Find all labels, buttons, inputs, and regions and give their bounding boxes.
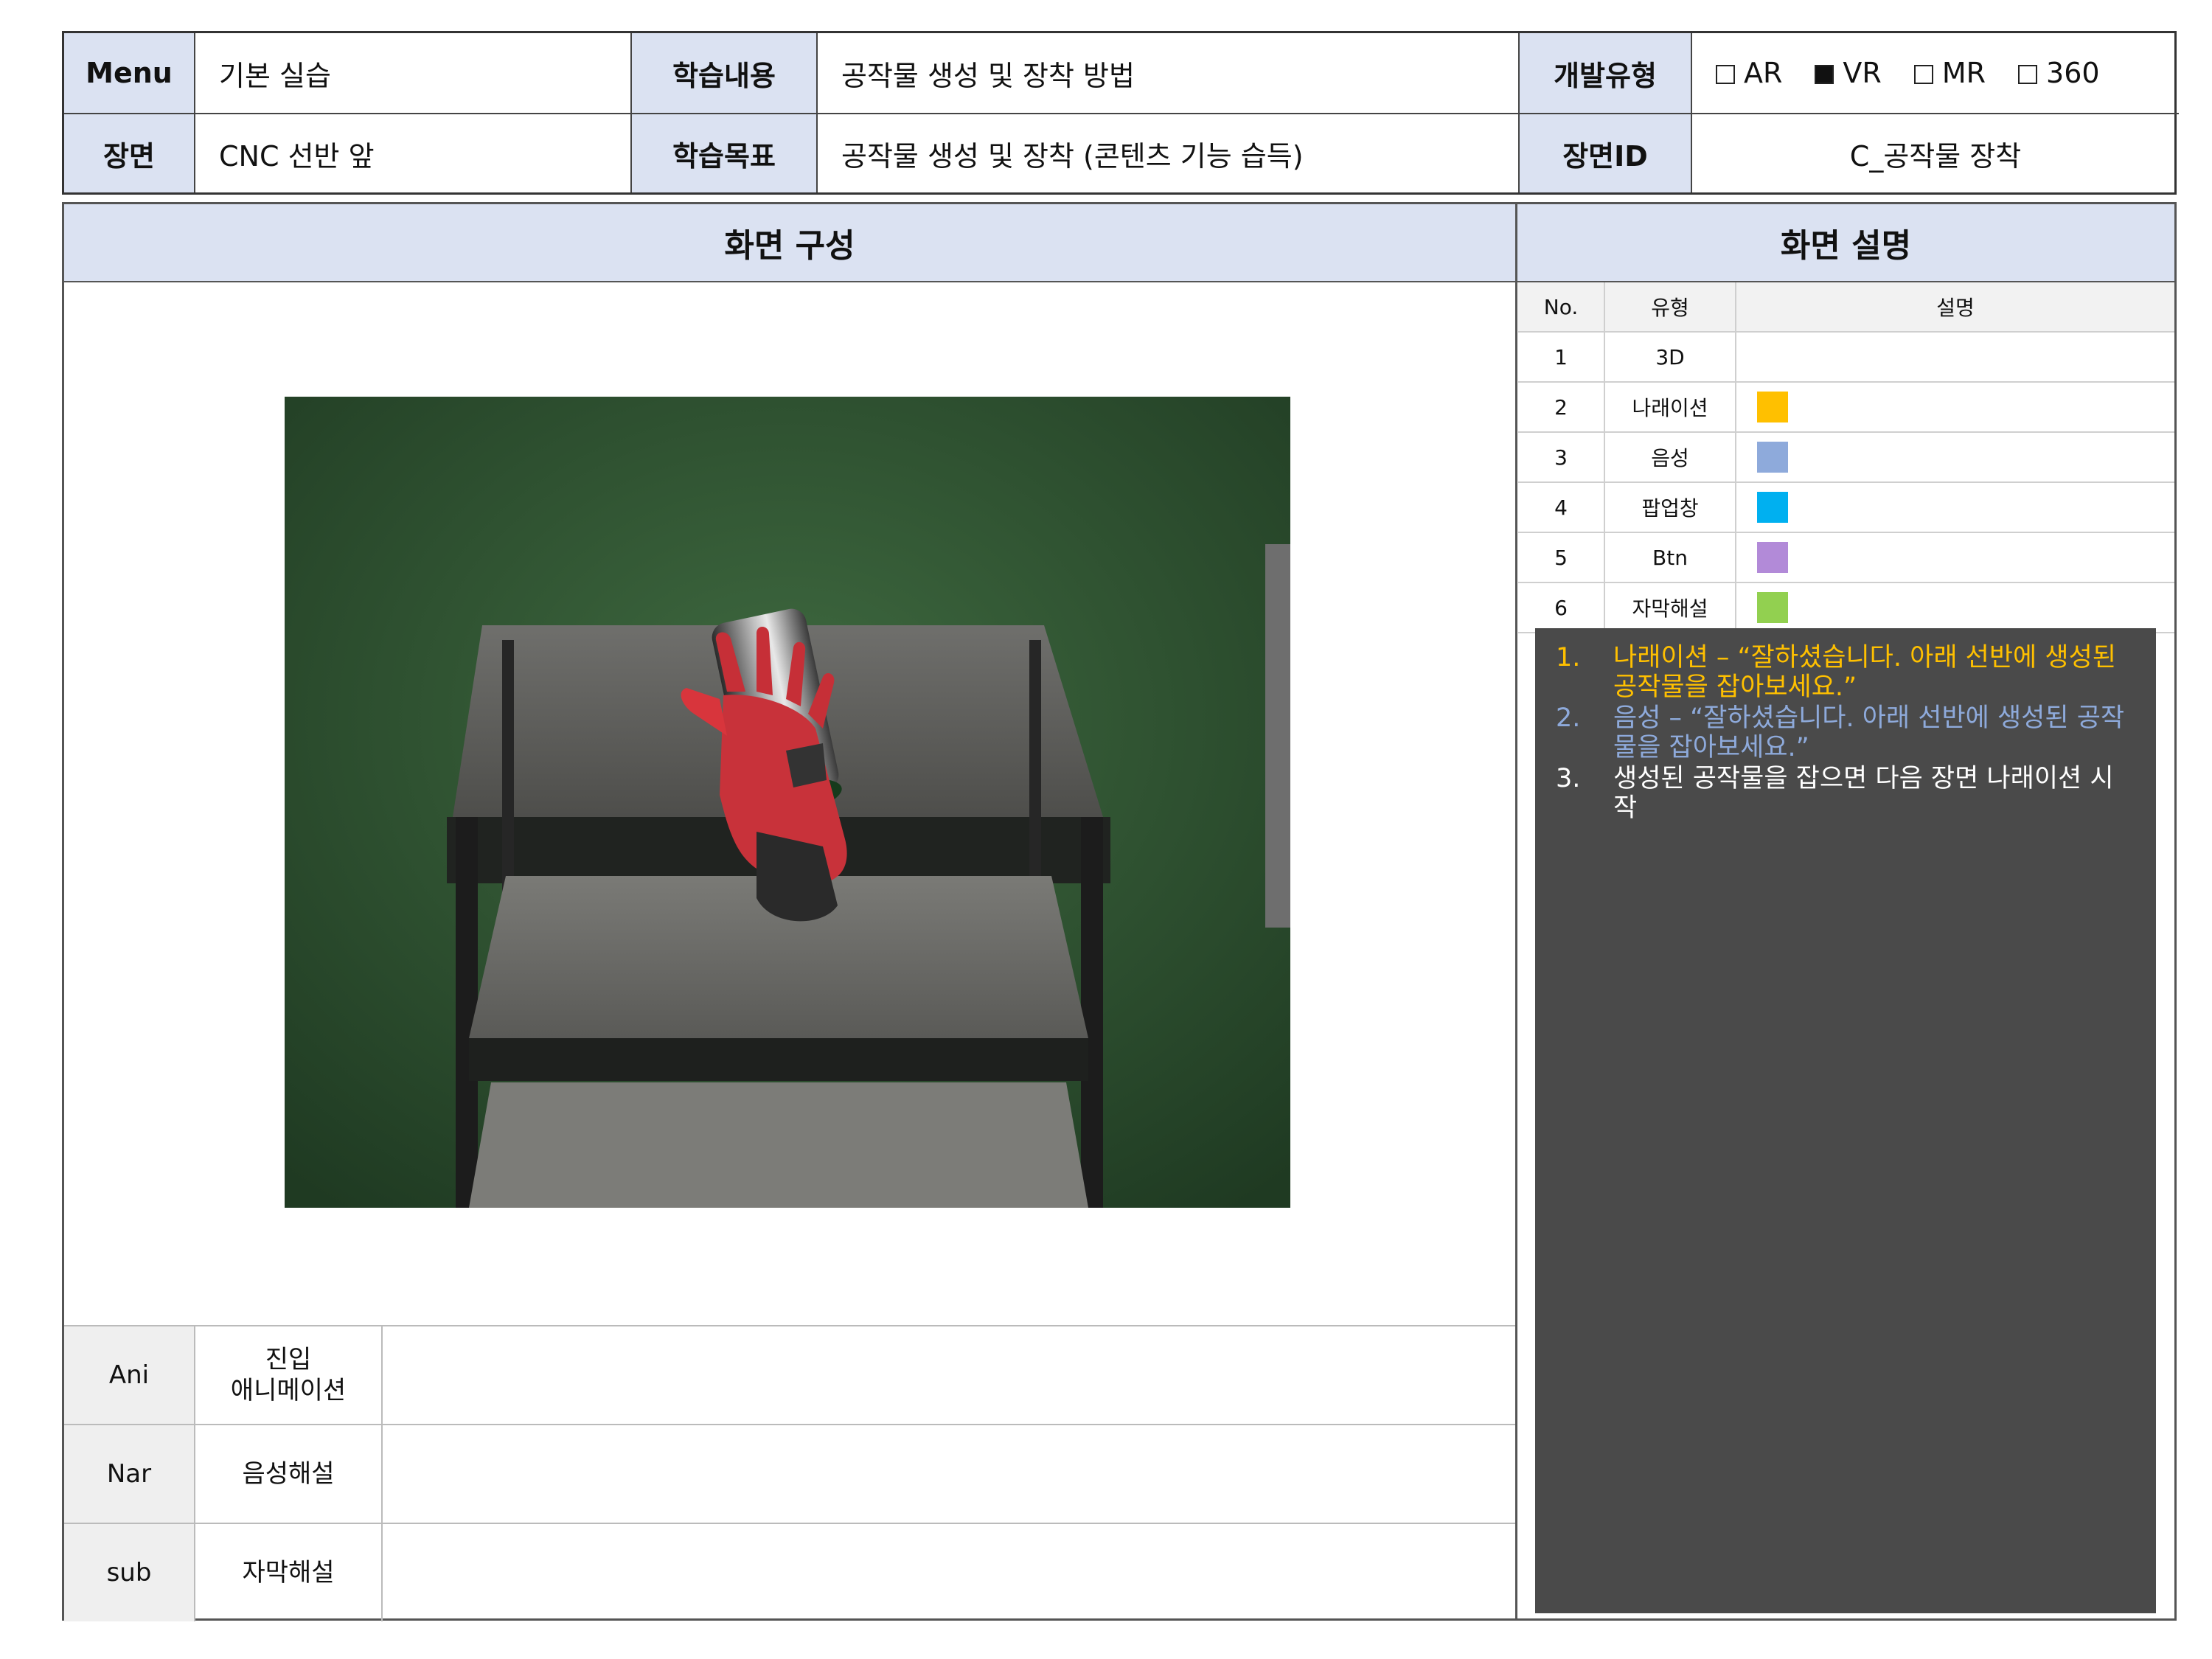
legend-type: 나래이션 <box>1605 383 1736 431</box>
note-item: 2. 음성 – “잘하셨습니다. 아래 선반에 생성된 공작물을 잡아보세요.” <box>1556 703 2135 762</box>
legend-header-1: No. <box>1518 282 1605 331</box>
row-type: 음성해설 <box>194 1425 381 1523</box>
row-type: 자막해설 <box>194 1524 381 1621</box>
legend-type: 자막해설 <box>1605 583 1736 632</box>
legend-table: No. 유형 설명 1 3D 2 나래이션 3 음성 4 팝업창 5 Btn 6 자막해설 <box>1518 282 2174 633</box>
menu-value: 기본 실습 <box>194 33 630 113</box>
devtype-label: 개발유형 <box>1518 33 1691 113</box>
legend-color-cell <box>1736 533 2174 582</box>
column-divider <box>1515 282 1517 1618</box>
color-swatch <box>1757 492 1788 523</box>
legend-color-cell <box>1736 383 2174 431</box>
row-content <box>381 1524 1515 1621</box>
menu-label: Menu <box>64 33 194 113</box>
legend-row: 1 3D <box>1518 333 2174 383</box>
legend-type: 음성 <box>1605 433 1736 481</box>
scene-label: 장면 <box>64 113 194 192</box>
note-text: 나래이션 – “잘하셨습니다. 아래 선반에 생성된 공작물을 잡아보세요.” <box>1613 643 2116 702</box>
legend-row: 4 팝업창 <box>1518 483 2174 533</box>
devtype-option-vr[interactable]: VR <box>1815 57 1882 89</box>
devtype-option-ar[interactable]: AR <box>1716 57 1782 89</box>
goal-value: 공작물 생성 및 장착 (콘텐츠 기능 습득) <box>816 113 1518 192</box>
legend-row: 5 Btn <box>1518 533 2174 583</box>
vr-scene-illustration <box>285 397 1290 1208</box>
note-text: 음성 – “잘하셨습니다. 아래 선반에 생성된 공작물을 잡아보세요.” <box>1613 703 2125 762</box>
goal-label: 학습목표 <box>630 113 816 192</box>
legend-header-3: 설명 <box>1936 296 1975 320</box>
legend-no: 2 <box>1518 383 1605 431</box>
row-ani: Ani 진입 애니메이션 <box>64 1326 1515 1425</box>
row-content <box>381 1425 1515 1523</box>
description-notes-panel: 1. 나래이션 – “잘하셨습니다. 아래 선반에 생성된 공작물을 잡아보세요.… <box>1535 628 2156 1613</box>
note-number: 2. <box>1556 703 1581 733</box>
row-code: Nar <box>64 1425 194 1523</box>
row-code: Ani <box>64 1326 194 1424</box>
legend-color-cell <box>1736 483 2174 532</box>
note-number: 1. <box>1556 643 1581 672</box>
legend-header-row: No. 유형 설명 <box>1518 282 2174 333</box>
empty-box-icon <box>2018 65 2038 84</box>
legend-no: 3 <box>1518 433 1605 481</box>
devtype-options: AR VR MR 360 <box>1691 33 2179 113</box>
checked-box-icon <box>1815 65 1834 84</box>
row-nar: Nar 음성해설 <box>64 1425 1515 1524</box>
bottom-table: Ani 진입 애니메이션 Nar 음성해설 sub 자막해설 <box>64 1325 1515 1621</box>
devtype-option-label: 360 <box>2046 57 2100 89</box>
header-table: Menu 기본 실습 학습내용 공작물 생성 및 장착 방법 개발유형 AR VR… <box>62 31 2179 195</box>
legend-no: 4 <box>1518 483 1605 532</box>
color-swatch <box>1757 442 1788 473</box>
devtype-option-360[interactable]: 360 <box>2018 57 2100 89</box>
row-sub: sub 자막해설 <box>64 1524 1515 1621</box>
color-swatch <box>1757 542 1788 573</box>
legend-type: 3D <box>1605 333 1736 381</box>
row-code: sub <box>64 1524 194 1621</box>
legend-row: 6 자막해설 <box>1518 583 2174 633</box>
sceneid-value: C_공작물 장착 <box>1691 113 2179 192</box>
screen-layout-title: 화면 구성 <box>64 204 1515 282</box>
legend-no: 6 <box>1518 583 1605 632</box>
note-number: 3. <box>1556 764 1581 793</box>
note-text: 생성된 공작물을 잡으면 다음 장면 나래이션 시작 <box>1613 764 2114 823</box>
devtype-option-label: AR <box>1744 57 1783 89</box>
devtype-option-label: VR <box>1843 57 1882 89</box>
legend-type: 팝업창 <box>1605 483 1736 532</box>
legend-color-cell <box>1736 333 2174 381</box>
content-label: 학습내용 <box>630 33 816 113</box>
legend-type: Btn <box>1605 533 1736 582</box>
empty-box-icon <box>1913 65 1933 84</box>
row-type: 진입 애니메이션 <box>194 1326 381 1424</box>
note-item: 1. 나래이션 – “잘하셨습니다. 아래 선반에 생성된 공작물을 잡아보세요.… <box>1556 643 2135 702</box>
legend-no: 1 <box>1518 333 1605 381</box>
legend-no: 5 <box>1518 533 1605 582</box>
legend-color-cell <box>1736 583 2174 632</box>
legend-row: 3 음성 <box>1518 433 2174 483</box>
row-content <box>381 1326 1515 1424</box>
empty-box-icon <box>1716 65 1735 84</box>
screen-description-title: 화면 설명 <box>1515 204 2174 282</box>
legend-color-cell <box>1736 433 2174 481</box>
legend-header-2: 유형 <box>1605 282 1736 331</box>
legend-row: 2 나래이션 <box>1518 383 2174 433</box>
note-item: 3. 생성된 공작물을 잡으면 다음 장면 나래이션 시작 <box>1556 764 2135 823</box>
devtype-option-mr[interactable]: MR <box>1913 57 1986 89</box>
color-swatch <box>1757 592 1788 623</box>
color-swatch <box>1757 392 1788 422</box>
devtype-option-label: MR <box>1941 57 1986 89</box>
sceneid-label: 장면ID <box>1518 113 1691 192</box>
vr-scene-image <box>285 397 1290 1208</box>
scene-value: CNC 선반 앞 <box>194 113 630 192</box>
content-value: 공작물 생성 및 장착 방법 <box>816 33 1518 113</box>
